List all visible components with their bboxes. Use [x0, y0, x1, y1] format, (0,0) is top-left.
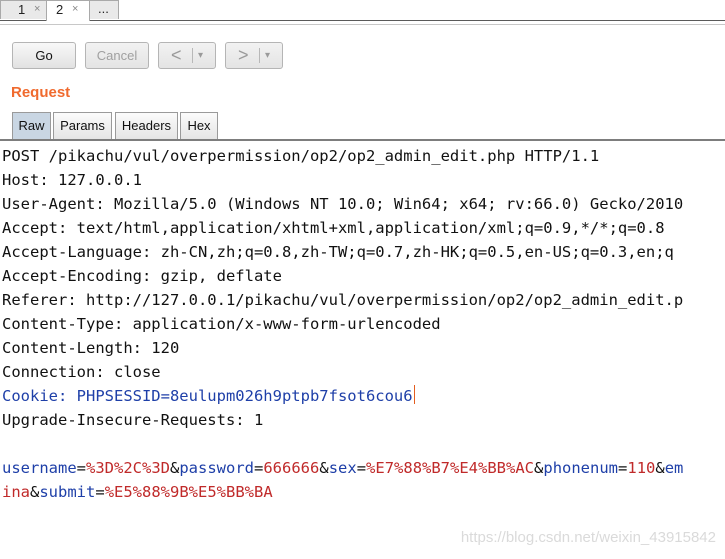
param-value: %E5%88%9B%E5%BB%BA: [104, 483, 273, 501]
param-separator: =: [95, 483, 105, 501]
request-tab-strip: 1 × 2 × ...: [0, 0, 725, 22]
go-button[interactable]: Go: [12, 42, 76, 69]
request-body-line-1: username=%3D%2C%3D&password=666666&sex=%…: [2, 456, 683, 480]
back-button[interactable]: < ▾: [158, 42, 216, 69]
request-tab-1[interactable]: 1 ×: [0, 0, 47, 19]
header-user-agent: User-Agent: Mozilla/5.0 (Windows NT 10.0…: [2, 195, 684, 213]
param-separator: &: [319, 459, 329, 477]
header-content-type: Content-Type: application/x-www-form-url…: [2, 315, 441, 333]
request-tab-2[interactable]: 2 ×: [46, 0, 90, 21]
param-separator: &: [30, 483, 40, 501]
chevron-right-icon: >: [238, 45, 249, 65]
param-separator: &: [655, 459, 665, 477]
param-separator: &: [534, 459, 544, 477]
param-separator: =: [618, 459, 628, 477]
header-accept: Accept: text/html,application/xhtml+xml,…: [2, 219, 665, 237]
param-name: username: [2, 459, 77, 477]
param-name: phonenum: [543, 459, 619, 477]
tab-params[interactable]: Params: [53, 112, 112, 139]
param-value: ina: [2, 483, 30, 501]
chevron-left-icon: <: [171, 45, 182, 65]
header-accept-encoding: Accept-Encoding: gzip, deflate: [2, 267, 282, 285]
param-separator: &: [170, 459, 180, 477]
tab-headers[interactable]: Headers: [115, 112, 178, 139]
text-caret: [413, 385, 415, 404]
cancel-button[interactable]: Cancel: [85, 42, 149, 69]
param-value: 110: [627, 459, 656, 477]
tab-hex[interactable]: Hex: [180, 112, 218, 139]
tab-label: 1: [18, 2, 26, 17]
tab-raw[interactable]: Raw: [12, 112, 51, 139]
param-name: submit: [39, 483, 96, 501]
header-cookie: Cookie: PHPSESSID=8eulupm026h9ptpb7fsot6…: [2, 384, 415, 408]
request-line: POST /pikachu/vul/overpermission/op2/op2…: [2, 147, 600, 165]
request-editor[interactable]: POST /pikachu/vul/overpermission/op2/op2…: [0, 141, 725, 559]
param-value: %E7%88%B7%E4%BB%AC: [366, 459, 535, 477]
param-name: password: [179, 459, 254, 477]
header-content-length: Content-Length: 120: [2, 339, 180, 357]
chevron-down-icon[interactable]: ▾: [265, 43, 270, 68]
param-value: 666666: [263, 459, 320, 477]
close-icon[interactable]: ×: [72, 3, 78, 15]
close-icon[interactable]: ×: [34, 3, 40, 15]
cookie-text: Cookie: PHPSESSID=8eulupm026h9ptpb7fsot6…: [2, 387, 413, 405]
tab-label: 2: [56, 2, 64, 17]
header-accept-language: Accept-Language: zh-CN,zh;q=0.8,zh-TW;q=…: [2, 243, 674, 261]
param-separator: =: [254, 459, 264, 477]
divider: [0, 21, 725, 25]
separator: [192, 48, 193, 63]
chevron-down-icon[interactable]: ▾: [198, 43, 203, 68]
param-separator: =: [356, 459, 367, 477]
forward-button[interactable]: > ▾: [225, 42, 283, 69]
param-name: em: [664, 459, 684, 477]
param-separator: =: [76, 459, 86, 477]
param-name: sex: [328, 459, 357, 477]
header-referer: Referer: http://127.0.0.1/pikachu/vul/ov…: [2, 291, 684, 309]
section-title: Request: [11, 84, 71, 101]
header-host: Host: 127.0.0.1: [2, 171, 142, 189]
separator: [259, 48, 260, 63]
request-body-line-2: ina&submit=%E5%88%9B%E5%BB%BA: [2, 480, 273, 504]
tab-label: ...: [98, 1, 109, 16]
new-tab-button[interactable]: ...: [89, 0, 119, 19]
header-connection: Connection: close: [2, 363, 161, 381]
param-value: %3D%2C%3D: [86, 459, 170, 477]
watermark: https://blog.csdn.net/weixin_43915842: [460, 529, 716, 546]
header-upgrade-insecure: Upgrade-Insecure-Requests: 1: [2, 411, 264, 429]
